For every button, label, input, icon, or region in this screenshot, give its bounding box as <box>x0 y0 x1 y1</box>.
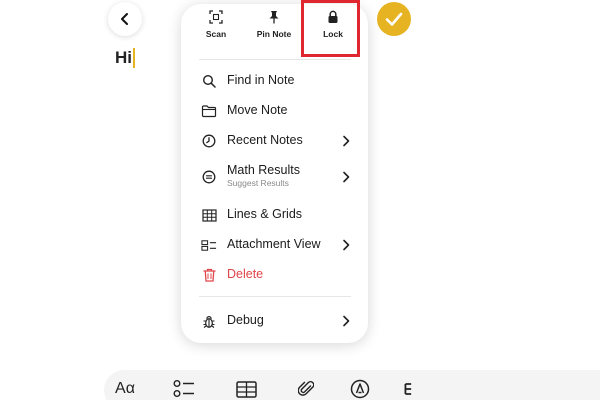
note-options-menu: Scan Pin Note Lock Find in Note Move Not… <box>181 4 368 343</box>
math-icon <box>201 169 217 185</box>
scan-label: Scan <box>205 29 227 39</box>
attachment-view-icon <box>201 237 217 253</box>
delete-item[interactable]: Delete <box>181 261 368 287</box>
debug-label: Debug <box>227 313 264 327</box>
markup-button[interactable] <box>348 378 372 400</box>
move-note-item[interactable]: Move Note <box>181 97 368 123</box>
attachment-view-item[interactable]: Attachment View <box>181 231 368 257</box>
chevron-left-icon <box>121 13 128 25</box>
attachment-view-label: Attachment View <box>227 237 321 251</box>
format-icon: Aα <box>115 380 135 397</box>
lines-grids-item[interactable]: Lines & Grids <box>181 201 368 227</box>
menu-top-actions: Scan Pin Note Lock <box>181 4 368 49</box>
done-button[interactable] <box>377 2 411 36</box>
grid-icon <box>201 207 217 223</box>
note-body[interactable]: Hi <box>115 48 135 68</box>
clock-icon <box>201 133 217 149</box>
math-results-label: Math Results <box>227 163 300 177</box>
paperclip-icon <box>298 381 314 396</box>
bug-icon <box>201 313 217 329</box>
delete-label: Delete <box>227 267 264 281</box>
text-cursor <box>133 48 135 68</box>
recent-notes-label: Recent Notes <box>227 133 303 147</box>
trash-icon <box>201 267 217 283</box>
find-in-note-item[interactable]: Find in Note <box>181 67 368 93</box>
markup-icon <box>350 379 370 399</box>
lock-button[interactable]: Lock <box>303 10 363 48</box>
chevron-right-icon <box>343 239 350 251</box>
lines-grids-label: Lines & Grids <box>227 207 303 221</box>
chevron-right-icon <box>343 171 350 183</box>
chevron-right-icon <box>343 315 350 327</box>
pin-icon <box>267 10 281 24</box>
recent-notes-item[interactable]: Recent Notes <box>181 127 368 153</box>
attachment-button[interactable] <box>294 378 318 400</box>
table-button[interactable] <box>234 378 258 400</box>
more-tools-button[interactable] <box>404 378 414 400</box>
checkmark-icon <box>377 2 411 36</box>
checklist-button[interactable] <box>172 378 196 400</box>
bottom-toolbar: Aα <box>104 370 600 400</box>
folder-icon <box>201 103 217 119</box>
back-button[interactable] <box>108 2 142 36</box>
find-in-note-label: Find in Note <box>227 73 295 87</box>
checklist-icon <box>173 380 194 397</box>
debug-item[interactable]: Debug <box>181 307 368 333</box>
chevron-right-icon <box>343 135 350 147</box>
format-button[interactable]: Aα <box>112 378 138 400</box>
lock-label: Lock <box>323 29 343 39</box>
pin-note-label: Pin Note <box>256 29 292 39</box>
scan-button[interactable]: Scan <box>186 10 246 48</box>
math-results-sublabel: Suggest Results <box>227 178 289 188</box>
math-results-item[interactable]: Math Results Suggest Results <box>181 157 368 193</box>
pin-note-button[interactable]: Pin Note <box>244 10 304 48</box>
overflow-icon <box>404 383 412 395</box>
menu-divider <box>199 59 351 60</box>
note-text: Hi <box>115 48 132 67</box>
table-icon <box>235 380 257 398</box>
move-note-label: Move Note <box>227 103 288 117</box>
scan-icon <box>209 10 223 24</box>
lock-icon <box>326 10 340 24</box>
menu-divider <box>199 296 351 297</box>
search-icon <box>201 73 217 89</box>
